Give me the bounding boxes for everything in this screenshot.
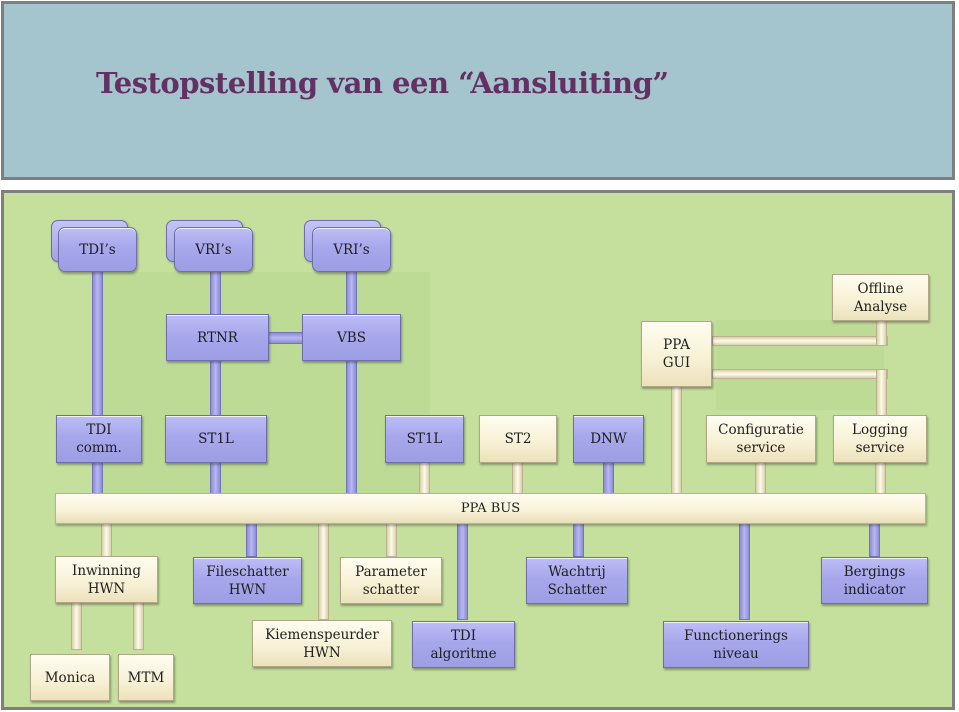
connector-bus-inwinning	[101, 523, 112, 557]
node-tdi-algoritme[interactable]: TDI algoritme	[412, 621, 515, 668]
node-kiemenspeurder-hwn[interactable]: Kiemenspeurder HWN	[252, 620, 392, 667]
node-vris-1[interactable]: VRI’s	[174, 227, 253, 272]
connector-ppagui-bus	[671, 385, 682, 495]
connector-inwinning-mtm	[133, 602, 144, 650]
node-monica[interactable]: Monica	[30, 654, 110, 701]
connector-bus-functionerings	[739, 523, 750, 620]
node-bergings-indicator[interactable]: Bergings indicator	[821, 557, 928, 604]
connector-st1l2-bus	[419, 462, 430, 495]
node-tdis[interactable]: TDI’s	[58, 227, 137, 272]
connector-config-bus	[755, 462, 766, 495]
connector-bus-wachtrij	[573, 523, 584, 557]
node-functionerings-niveau[interactable]: Functionerings niveau	[663, 621, 809, 668]
connector-bus-kiemenspeurder	[318, 523, 329, 620]
connector-offline-vertical	[876, 320, 887, 346]
node-st1l-2[interactable]: ST1L	[385, 415, 464, 463]
node-logging-service[interactable]: Logging service	[833, 415, 927, 463]
subpanel-region	[716, 320, 884, 410]
connector-tdicomm-bus	[92, 462, 103, 495]
page-title: Testopstelling van een “Aansluiting”	[96, 66, 669, 100]
connector-bus-bergings	[869, 523, 880, 557]
connector-ppagui-offline	[712, 336, 888, 346]
node-ppa-gui[interactable]: PPA GUI	[641, 321, 712, 387]
connector-dnw-bus	[603, 462, 614, 495]
node-dnw[interactable]: DNW	[573, 415, 644, 463]
node-fileschatter-hwn[interactable]: Fileschatter HWN	[193, 557, 302, 604]
connector-bus-parameter	[386, 523, 397, 557]
connector-vris-vbs	[346, 270, 357, 316]
connector-bus-fileschatter	[246, 523, 257, 557]
connector-vbs-bus	[346, 360, 357, 495]
node-mtm[interactable]: MTM	[118, 654, 174, 701]
connector-logging-bus	[875, 462, 886, 495]
title-panel: Testopstelling van een “Aansluiting”	[1, 1, 955, 180]
node-st1l-1[interactable]: ST1L	[165, 415, 267, 463]
node-parameter-schatter[interactable]: Parameter schatter	[340, 557, 442, 604]
connector-ppagui-logging	[712, 369, 888, 379]
connector-vris-rtnr	[210, 270, 221, 316]
connector-logging-vertical	[876, 369, 887, 417]
node-vbs[interactable]: VBS	[302, 314, 401, 361]
connector-rtnr-vbs	[266, 332, 304, 344]
ppa-bus: PPA BUS	[55, 493, 926, 524]
connector-st2-bus	[512, 462, 523, 495]
node-st2[interactable]: ST2	[479, 415, 557, 463]
connector-rtnr-st1l	[210, 360, 221, 416]
node-configuratie-service[interactable]: Configuratie service	[706, 415, 816, 463]
node-rtnr[interactable]: RTNR	[166, 314, 269, 361]
node-vris-2[interactable]: VRI’s	[312, 227, 391, 272]
connector-bus-tdialgoritme	[457, 523, 468, 620]
connector-st1l-bus	[210, 462, 221, 495]
node-inwinning-hwn[interactable]: Inwinning HWN	[55, 556, 158, 603]
node-tdi-comm[interactable]: TDI comm.	[56, 415, 142, 463]
node-wachtrij-schatter[interactable]: Wachtrij Schatter	[526, 557, 628, 604]
node-offline-analyse[interactable]: Offline Analyse	[832, 274, 929, 321]
connector-inwinning-monica	[71, 602, 82, 650]
